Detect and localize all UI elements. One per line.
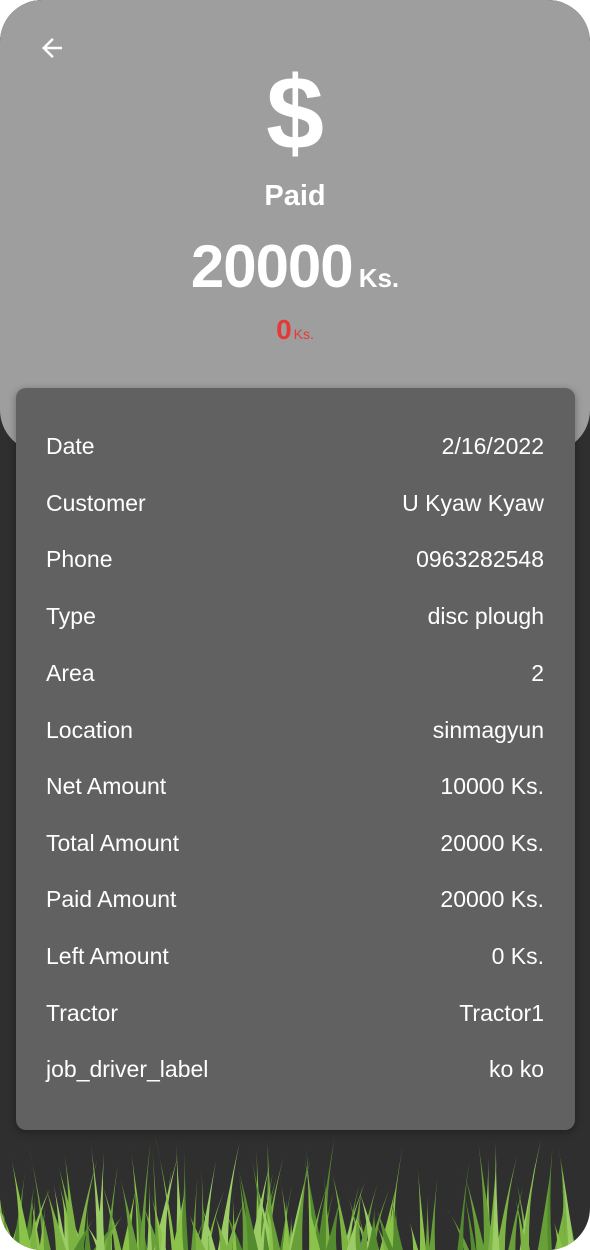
detail-value: 20000 Ks. xyxy=(440,829,544,856)
detail-row-area: Area 2 xyxy=(46,653,544,693)
detail-value: ko ko xyxy=(489,1055,544,1082)
detail-row-date: Date 2/16/2022 xyxy=(46,426,544,466)
amount-value: 20000 xyxy=(190,233,354,300)
details-card: Date 2/16/2022 Customer U Kyaw Kyaw Phon… xyxy=(16,388,575,1130)
detail-label: Location xyxy=(46,716,133,743)
payment-status: Paid xyxy=(264,180,326,212)
detail-value: disc plough xyxy=(427,602,544,629)
detail-value: 2/16/2022 xyxy=(441,432,544,459)
detail-label: Date xyxy=(46,432,95,459)
payment-header: $ Paid 20000 Ks. 0 Ks. xyxy=(0,0,590,452)
detail-label: Net Amount xyxy=(46,772,167,799)
left-amount-unit: Ks. xyxy=(293,326,314,342)
detail-row-left-amount: Left Amount 0 Ks. xyxy=(46,936,544,976)
detail-row-total-amount: Total Amount 20000 Ks. xyxy=(46,823,544,863)
detail-row-location: Location sinmagyun xyxy=(46,710,544,750)
detail-label: Total Amount xyxy=(46,829,179,856)
detail-value: Tractor1 xyxy=(459,999,544,1026)
detail-value: 2 xyxy=(531,659,544,686)
left-amount-display: 0 Ks. xyxy=(0,314,590,346)
detail-label: Type xyxy=(46,602,96,629)
detail-row-customer: Customer U Kyaw Kyaw xyxy=(46,483,544,523)
detail-row-net-amount: Net Amount 10000 Ks. xyxy=(46,766,544,806)
detail-value: U Kyaw Kyaw xyxy=(402,489,544,516)
grass-decoration xyxy=(0,1135,576,1250)
detail-value: 0 Ks. xyxy=(491,942,544,969)
detail-label: Paid Amount xyxy=(46,885,177,912)
detail-value: 0963282548 xyxy=(416,545,544,572)
detail-row-paid-amount: Paid Amount 20000 Ks. xyxy=(46,879,544,919)
detail-label: Area xyxy=(46,659,95,686)
detail-row-phone: Phone 0963282548 xyxy=(46,539,544,579)
detail-label: job_driver_label xyxy=(46,1055,209,1082)
amount-display: 20000 Ks. xyxy=(0,232,590,301)
amount-unit: Ks. xyxy=(358,263,400,293)
detail-value: 10000 Ks. xyxy=(440,772,544,799)
detail-label: Tractor xyxy=(46,999,118,1026)
detail-label: Phone xyxy=(46,545,113,572)
left-amount-value: 0 xyxy=(276,314,292,345)
detail-value: sinmagyun xyxy=(432,716,544,743)
detail-label: Left Amount xyxy=(46,942,169,969)
detail-value: 20000 Ks. xyxy=(440,885,544,912)
payment-detail-screen: $ Paid 20000 Ks. 0 Ks. Date 2/16/2022 Cust… xyxy=(0,0,590,1250)
arrow-left-icon xyxy=(42,38,62,58)
dollar-icon: $ xyxy=(266,56,324,172)
detail-row-driver: job_driver_label ko ko xyxy=(46,1049,544,1089)
detail-row-type: Type disc plough xyxy=(46,596,544,636)
detail-label: Customer xyxy=(46,489,146,516)
detail-row-tractor: Tractor Tractor1 xyxy=(46,993,544,1033)
